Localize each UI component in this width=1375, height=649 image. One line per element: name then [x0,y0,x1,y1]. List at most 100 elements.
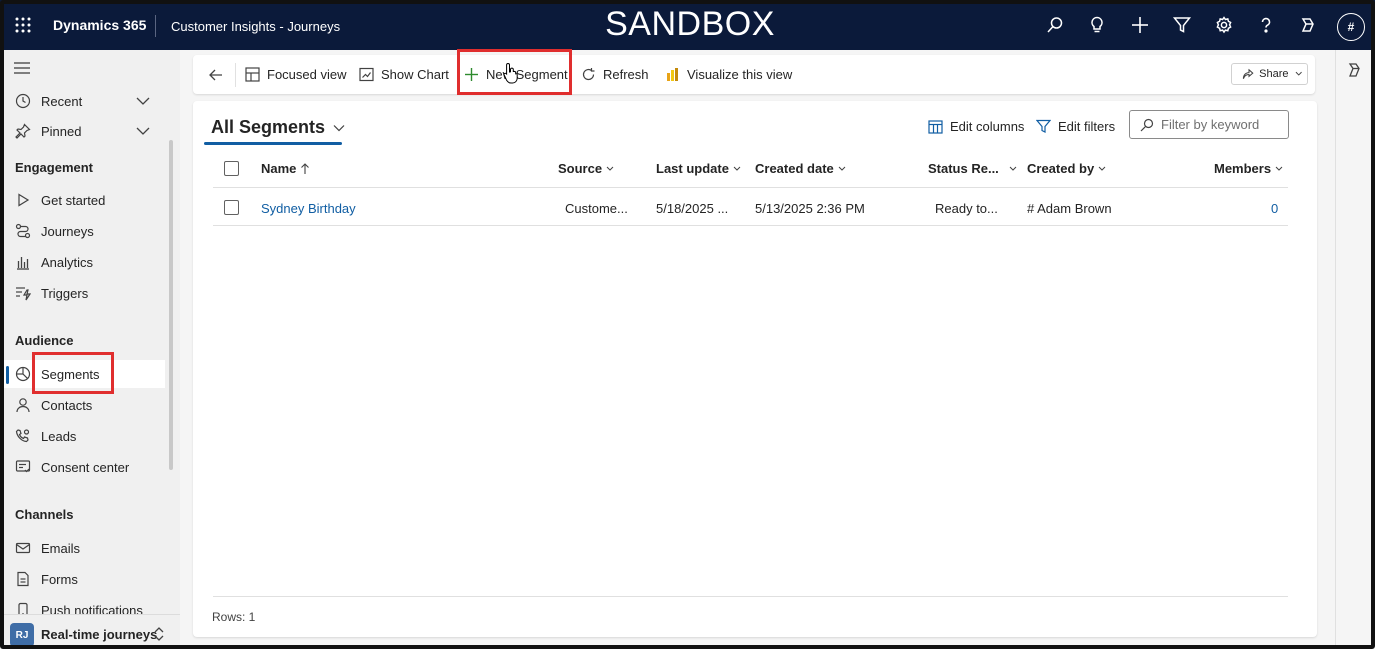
cell-status: Ready to... [935,201,998,216]
cell-members[interactable]: 0 [1271,201,1278,216]
chevron-down-icon[interactable] [136,95,150,107]
sidebar-scrollbar[interactable] [169,140,173,470]
focused-view-button[interactable]: Focused view [245,55,346,94]
sidebar-item-label: Forms [41,572,78,587]
sort-ascending-icon [301,162,310,174]
edit-columns-label: Edit columns [950,119,1025,134]
show-chart-button[interactable]: Show Chart [359,55,449,94]
sidebar-item-label: Pinned [41,124,82,139]
column-header-created-by[interactable]: Created by [1027,161,1106,176]
filter-by-keyword-input[interactable]: Filter by keyword [1129,110,1289,139]
column-header-label: Created date [755,161,834,176]
chevron-down-icon [733,166,741,171]
plus-icon[interactable] [1130,15,1150,35]
hand-cursor-icon [503,62,519,84]
user-avatar[interactable]: # [1337,13,1365,41]
environment-banner: SANDBOX [605,5,775,43]
area-label: Real-time journeys [41,627,158,642]
right-rail [1335,50,1375,649]
segment-name-link[interactable]: Sydney Birthday [261,201,356,216]
edit-filters-label: Edit filters [1058,119,1116,134]
analytics-icon [15,254,31,270]
chevron-down-icon [838,166,846,171]
column-header-name[interactable]: Name [261,161,310,176]
sidebar-item-label: Recent [41,94,83,109]
sidebar-item-analytics[interactable]: Analytics [0,248,165,276]
sidebar-item-pinned[interactable]: Pinned [0,117,165,145]
chevron-down-icon [606,166,614,171]
search-icon [1140,118,1154,131]
sidebar-item-leads[interactable]: Leads [0,422,165,450]
sidebar-item-contacts[interactable]: Contacts [0,391,165,419]
view-selector[interactable]: All Segments [211,117,345,138]
sidebar-item-label: Leads [41,429,77,444]
trigger-icon [15,285,31,301]
header-divider [213,187,1288,188]
grid-card: All Segments Edit columns Edit filters F… [193,101,1317,637]
consent-icon [15,459,31,475]
gear-icon[interactable] [1214,15,1234,35]
column-header-created-date[interactable]: Created date [755,161,846,176]
column-header-label: Members [1214,161,1272,176]
top-bar: Dynamics 365 Customer Insights - Journey… [0,0,1375,50]
power-bi-icon [667,68,678,81]
sidebar-item-emails[interactable]: Emails [0,534,165,562]
filter-icon[interactable] [1172,15,1192,35]
area-switcher[interactable]: RJ Real-time journeys [0,614,180,649]
select-all-checkbox[interactable] [224,161,239,176]
chevron-down-icon [333,124,345,131]
copilot-icon[interactable] [1298,15,1318,35]
edit-filters-button[interactable]: Edit filters [1036,119,1115,134]
sidebar-item-label: Get started [41,193,106,208]
app-launcher-icon[interactable] [15,17,31,33]
app-name[interactable]: Dynamics 365 [53,17,146,33]
column-header-source[interactable]: Source [558,161,614,176]
sidebar-item-recent[interactable]: Recent [0,87,165,115]
back-arrow-icon [209,69,222,80]
chevron-down-icon [1098,166,1106,171]
back-button[interactable] [208,55,231,94]
refresh-button[interactable]: Refresh [581,55,649,94]
sidebar-item-label: Emails [41,541,81,556]
cell-created-by[interactable]: # Adam Brown [1027,201,1112,216]
form-icon [15,571,31,587]
sidebar-item-journeys[interactable]: Journeys [0,217,165,245]
divider [235,63,236,87]
sidebar-item-consent-center[interactable]: Consent center [0,453,165,481]
segments-icon [15,366,31,382]
share-icon [1242,68,1254,79]
column-header-last-update[interactable]: Last update [656,161,741,176]
chevron-down-icon[interactable] [136,125,150,137]
sidebar-item-forms[interactable]: Forms [0,565,165,593]
hamburger-icon[interactable] [14,62,30,74]
filter-placeholder: Filter by keyword [1161,117,1260,132]
refresh-label: Refresh [603,67,649,82]
edit-columns-button[interactable]: Edit columns [928,119,1024,134]
help-icon[interactable] [1256,15,1276,35]
copilot-icon[interactable] [1346,61,1364,79]
footer-divider [213,596,1288,597]
search-icon[interactable] [1045,15,1065,35]
column-header-members[interactable]: Members [1214,161,1283,176]
edit-columns-icon [928,119,943,134]
sidebar-item-get-started[interactable]: Get started [0,186,165,214]
selection-indicator [6,366,9,384]
highlight-segments [32,352,114,394]
chevron-down-icon [1295,71,1302,76]
pin-icon [15,123,31,139]
visualize-button[interactable]: Visualize this view [665,55,792,94]
share-button[interactable]: Share [1231,63,1308,85]
visualize-label: Visualize this view [687,67,793,82]
chevron-down-icon [1009,166,1017,171]
column-header-status-reason[interactable]: Status Re... [928,161,1017,176]
sidebar-item-label: Consent center [41,460,130,475]
column-header-label: Source [558,161,603,176]
phone-person-icon [15,428,31,444]
lightbulb-icon[interactable] [1087,15,1107,35]
area-name[interactable]: Customer Insights - Journeys [171,19,340,34]
sidebar-item-triggers[interactable]: Triggers [0,279,165,307]
sidebar-item-label: Triggers [41,286,89,301]
row-checkbox[interactable] [224,200,239,215]
column-header-label: Status Re... [928,161,999,176]
focused-view-label: Focused view [267,67,347,82]
